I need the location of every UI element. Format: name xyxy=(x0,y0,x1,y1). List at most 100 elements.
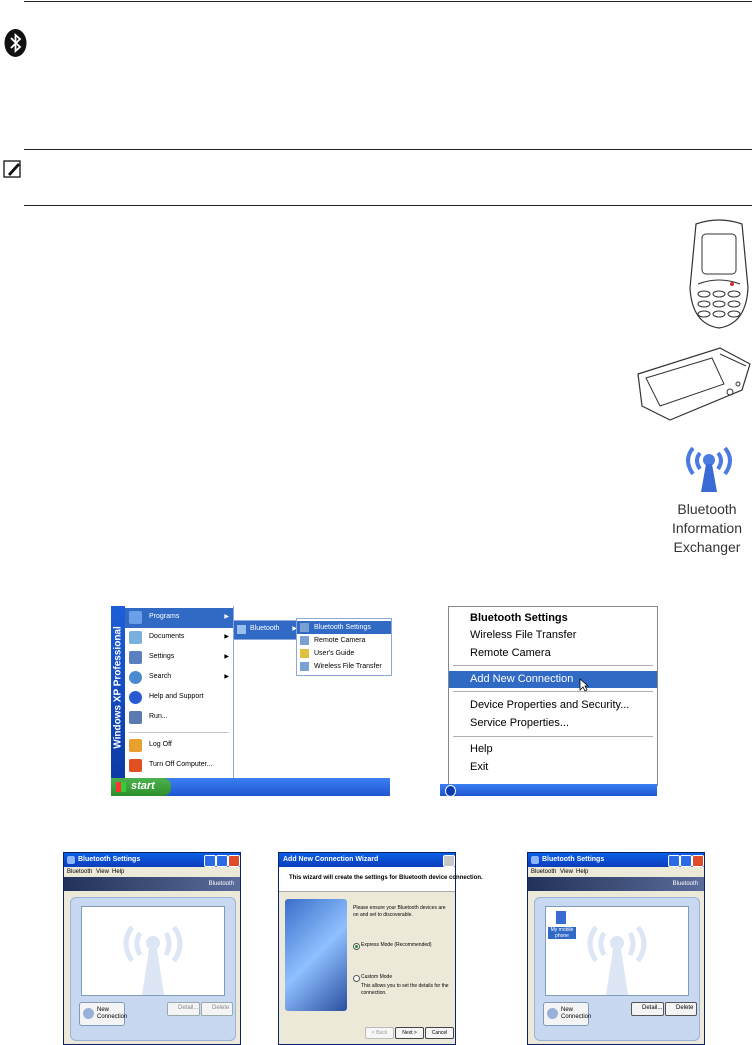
bluetooth-tray-icon[interactable] xyxy=(445,785,456,797)
maximize-button[interactable] xyxy=(216,855,228,867)
ctx-divider xyxy=(453,691,653,692)
ctx-bt-settings[interactable]: Bluetooth Settings xyxy=(449,610,657,627)
minimize-button[interactable] xyxy=(668,855,680,867)
menu-view[interactable]: View xyxy=(96,869,109,875)
submenu-item-label: Remote Camera xyxy=(314,637,366,644)
bluetooth-watermark-icon xyxy=(123,925,183,995)
device-label: My mobile phone xyxy=(548,927,576,939)
submenu-bt-settings[interactable]: Bluetooth Settings xyxy=(297,621,391,634)
ctx-service-properties[interactable]: Service Properties... xyxy=(449,715,657,732)
detail-button[interactable]: Detail... xyxy=(631,1002,664,1016)
detail-button[interactable]: Detail... xyxy=(167,1002,200,1016)
menu-label: Documents xyxy=(149,633,185,640)
ctx-help[interactable]: Help xyxy=(449,741,657,758)
close-button[interactable] xyxy=(692,855,704,867)
submenu-remote-camera[interactable]: Remote Camera xyxy=(297,634,391,647)
ctx-label: Remote Camera xyxy=(470,647,551,659)
new-connection-button[interactable]: New Connection xyxy=(79,1002,127,1026)
menu-help[interactable]: Help xyxy=(112,869,124,875)
menu-label: Search xyxy=(149,673,172,680)
delete-label: Delete xyxy=(676,1005,694,1011)
folder-icon xyxy=(237,625,246,634)
menu-view[interactable]: View xyxy=(560,869,573,875)
custom-radio[interactable] xyxy=(353,975,360,982)
close-button[interactable] xyxy=(228,855,240,867)
ctx-remote-camera[interactable]: Remote Camera xyxy=(449,645,657,662)
new-connection-button[interactable]: New Connection xyxy=(543,1002,591,1026)
menu-turnoff[interactable]: Turn Off Computer... xyxy=(125,756,233,776)
title-bar: Add New Connection Wizard xyxy=(279,853,455,867)
express-label: Express Mode (Recommended) xyxy=(361,942,432,948)
next-label: Next > xyxy=(402,1030,417,1036)
arrow-right-icon: ▶ xyxy=(224,634,229,640)
menu-run[interactable]: Run... xyxy=(125,708,233,728)
logoff-icon xyxy=(129,739,142,752)
custom-desc: This allows you to set the details for t… xyxy=(361,983,449,996)
menu-label: Settings xyxy=(149,653,175,660)
taskbar: start xyxy=(111,778,390,796)
arrow-right-icon: ▶ xyxy=(224,654,229,660)
back-button[interactable]: < Back xyxy=(365,1027,394,1039)
mobile-phone-device-icon[interactable] xyxy=(556,911,566,924)
submenu-users-guide[interactable]: User's Guide xyxy=(297,647,391,660)
submenu-bluetooth[interactable]: Bluetooth ▶ xyxy=(233,620,301,640)
ctx-divider xyxy=(453,665,653,666)
band-label: Bluetooth xyxy=(672,881,698,887)
windows-logo-icon xyxy=(116,782,126,792)
menu-label: Turn Off Computer... xyxy=(149,761,213,768)
menu-logoff[interactable]: Log Off xyxy=(125,736,233,756)
delete-button[interactable]: Delete xyxy=(665,1002,697,1016)
menu-settings[interactable]: Settings ▶ xyxy=(125,648,233,668)
add-connection-wizard: Add New Connection Wizard This wizard wi… xyxy=(278,852,483,1045)
menu-programs[interactable]: Programs ▶ xyxy=(125,608,233,628)
delete-button[interactable]: Delete xyxy=(201,1002,233,1016)
submenu-item-label: User's Guide xyxy=(314,650,355,657)
ctx-label: Help xyxy=(470,743,493,755)
back-label: < Back xyxy=(371,1030,388,1036)
menu-bar: Bluetooth View Help xyxy=(64,867,240,877)
cancel-button[interactable]: Cancel xyxy=(425,1027,454,1039)
express-radio[interactable] xyxy=(353,943,360,950)
menu-bluetooth[interactable]: Bluetooth xyxy=(67,869,92,875)
nc-line1: New xyxy=(97,1007,110,1013)
menu-documents[interactable]: Documents ▶ xyxy=(125,628,233,648)
camera-icon xyxy=(300,636,309,645)
start-button[interactable]: start xyxy=(111,778,171,796)
bluetooth-band: Bluetooth xyxy=(528,877,704,891)
menu-divider xyxy=(129,732,229,733)
custom-label: Custom Mode xyxy=(361,974,393,980)
bt-settings-window-device: Bluetooth Settings Bluetooth View Help Blu… xyxy=(527,852,705,1045)
menu-bluetooth[interactable]: Bluetooth xyxy=(531,869,556,875)
close-button[interactable] xyxy=(443,855,455,867)
minimize-button[interactable] xyxy=(204,855,216,867)
ctx-device-properties[interactable]: Device Properties and Security... xyxy=(449,697,657,714)
header-text: This wizard will create the settings for… xyxy=(289,875,483,881)
title-bar: Bluetooth Settings xyxy=(64,853,240,867)
ctx-file-transfer[interactable]: Wireless File Transfer xyxy=(449,627,657,644)
menu-help[interactable]: Help xyxy=(576,869,588,875)
tray-context-menu: Bluetooth Settings Wireless File Transfe… xyxy=(448,606,658,786)
banner-text: Windows XP Professional xyxy=(112,626,124,749)
label-line-3: Exchanger xyxy=(673,539,741,555)
ctx-exit[interactable]: Exit xyxy=(449,759,657,776)
device-list[interactable]: My mobile phone xyxy=(545,906,689,996)
detail-label: Detail... xyxy=(642,1005,663,1011)
ctx-add-connection[interactable]: Add New Connection xyxy=(449,671,657,688)
next-button[interactable]: Next > xyxy=(395,1027,424,1039)
submenu-file-transfer[interactable]: Wireless File Transfer xyxy=(297,660,391,673)
wizard-header: This wizard will create the settings for… xyxy=(279,867,483,892)
ctx-label: Wireless File Transfer xyxy=(470,629,577,641)
maximize-button[interactable] xyxy=(680,855,692,867)
settings-icon xyxy=(129,651,142,664)
menu-search[interactable]: Search ▶ xyxy=(125,668,233,688)
label-line-1: Bluetooth xyxy=(677,501,737,517)
window-title: Bluetooth Settings xyxy=(78,856,141,863)
help-icon xyxy=(129,691,142,704)
menu-help[interactable]: Help and Support xyxy=(125,688,233,708)
device-list[interactable] xyxy=(81,906,225,996)
bluetooth-watermark-icon xyxy=(587,925,647,995)
label-line-2: Information xyxy=(671,520,743,536)
submenu-label: Bluetooth xyxy=(250,625,280,632)
mobile-phone-icon xyxy=(686,218,752,330)
new-connection-icon xyxy=(547,1008,558,1019)
